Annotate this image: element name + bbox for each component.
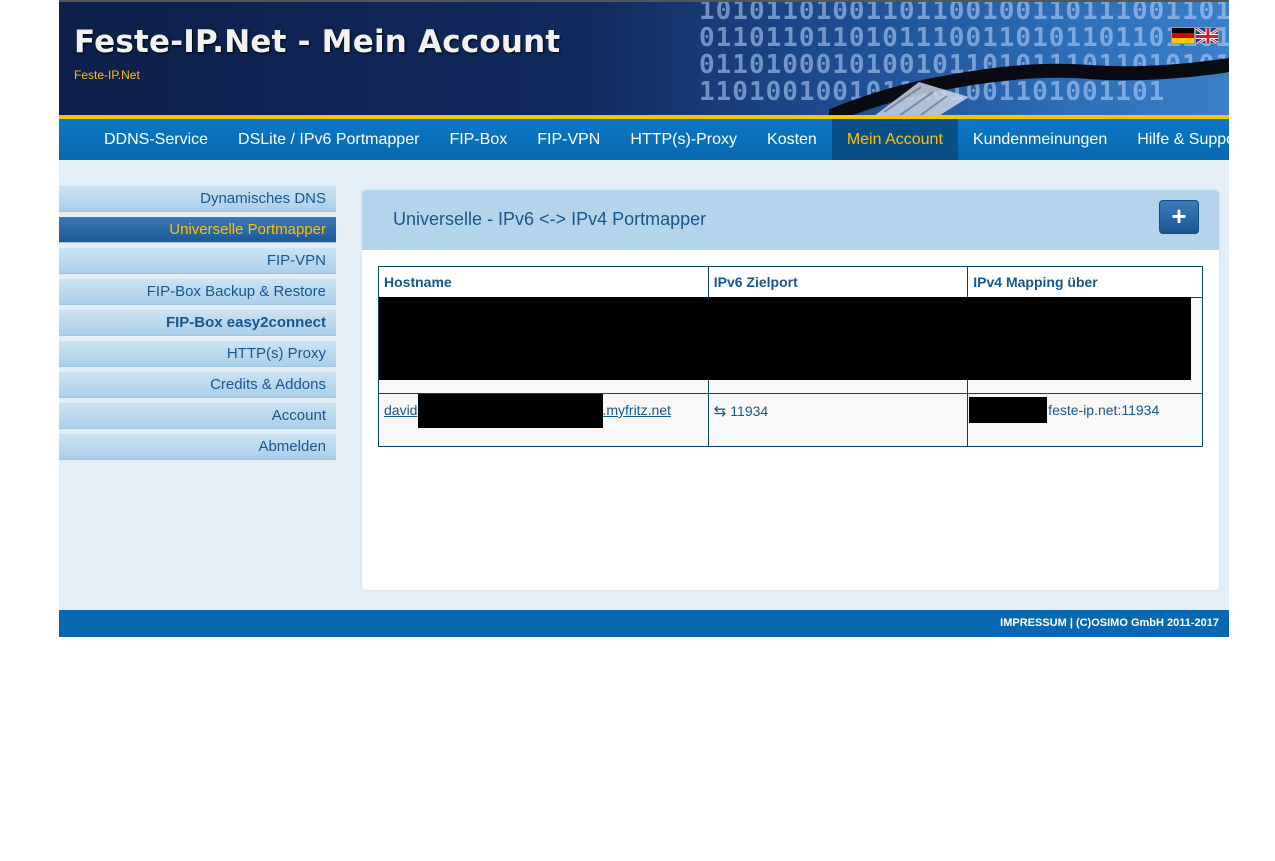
nav-item-kundenmeinungen[interactable]: Kundenmeinungen bbox=[958, 119, 1122, 160]
zielport-cell: ⇆ 11934 bbox=[707, 393, 969, 447]
nav-item-https-proxy[interactable]: HTTP(s)-Proxy bbox=[615, 119, 752, 160]
footer[interactable]: IMPRESSUM | (C)OSIMO GmbH 2011-2017 bbox=[59, 610, 1229, 637]
hostname-suffix: .myfritz.net bbox=[602, 402, 671, 418]
sidebar-item-abmelden[interactable]: Abmelden bbox=[59, 434, 336, 460]
nav-item-mein-account[interactable]: Mein Account bbox=[831, 119, 958, 160]
hostname-prefix: david bbox=[384, 402, 418, 418]
main-navigation: DDNS-Service DSLite / IPv6 Portmapper FI… bbox=[59, 115, 1245, 160]
mapping-suffix: .feste-ip.net:11934 bbox=[1044, 402, 1160, 418]
nav-item-ddns-service[interactable]: DDNS-Service bbox=[89, 119, 223, 160]
nav-item-fip-box[interactable]: FIP-Box bbox=[434, 119, 522, 160]
site-header: 10101101001101100100110111001101 0110110… bbox=[59, 2, 1229, 115]
uk-flag-icon[interactable] bbox=[1195, 27, 1219, 44]
redaction-block bbox=[418, 394, 603, 428]
site-title: Feste-IP.Net - Mein Account bbox=[74, 24, 561, 60]
redaction-block bbox=[969, 397, 1047, 423]
sidebar-item-fip-vpn[interactable]: FIP-VPN bbox=[59, 248, 336, 274]
sidebar: Dynamisches DNS Universelle Portmapper F… bbox=[59, 186, 336, 465]
swap-arrows-icon[interactable]: ⇆ bbox=[714, 402, 727, 420]
sidebar-item-credits-addons[interactable]: Credits & Addons bbox=[59, 372, 336, 398]
panel-header: Universelle - IPv6 <-> IPv4 Portmapper + bbox=[362, 190, 1219, 250]
column-header-ipv6-zielport: IPv6 Zielport bbox=[707, 266, 969, 298]
redaction-block bbox=[379, 297, 1191, 380]
sidebar-item-universelle-portmapper[interactable]: Universelle Portmapper bbox=[59, 217, 336, 243]
column-header-ipv4-mapping: IPv4 Mapping über bbox=[967, 266, 1203, 298]
column-header-hostname: Hostname bbox=[378, 266, 709, 298]
zielport-value: 11934 bbox=[730, 403, 769, 419]
sidebar-item-fip-box-backup[interactable]: FIP-Box Backup & Restore bbox=[59, 279, 336, 305]
site-subtitle[interactable]: Feste-IP.Net bbox=[74, 68, 140, 82]
sidebar-item-https-proxy[interactable]: HTTP(s) Proxy bbox=[59, 341, 336, 367]
sidebar-item-account[interactable]: Account bbox=[59, 403, 336, 429]
nav-item-fip-vpn[interactable]: FIP-VPN bbox=[522, 119, 615, 160]
network-cable-image bbox=[829, 58, 1229, 115]
add-portmapping-button[interactable]: + bbox=[1159, 200, 1199, 234]
german-flag-icon[interactable] bbox=[1171, 27, 1195, 44]
portmapper-panel: Universelle - IPv6 <-> IPv4 Portmapper +… bbox=[362, 190, 1219, 590]
table-header-row: Hostname IPv6 Zielport IPv4 Mapping über bbox=[378, 266, 1203, 298]
sidebar-item-fip-box-easy2connect[interactable]: FIP-Box easy2connect bbox=[59, 310, 336, 336]
nav-item-kosten[interactable]: Kosten bbox=[752, 119, 832, 160]
page-container: 10101101001101100100110111001101 0110110… bbox=[59, 2, 1245, 637]
panel-title: Universelle - IPv6 <-> IPv4 Portmapper bbox=[393, 209, 707, 229]
nav-item-hilfe-support[interactable]: Hilfe & Support bbox=[1122, 119, 1260, 160]
binary-line: 10101101001101100100110111001101 bbox=[699, 2, 1229, 26]
nav-item-dslite-portmapper[interactable]: DSLite / IPv6 Portmapper bbox=[223, 119, 434, 160]
sidebar-item-dynamisches-dns[interactable]: Dynamisches DNS bbox=[59, 186, 336, 212]
